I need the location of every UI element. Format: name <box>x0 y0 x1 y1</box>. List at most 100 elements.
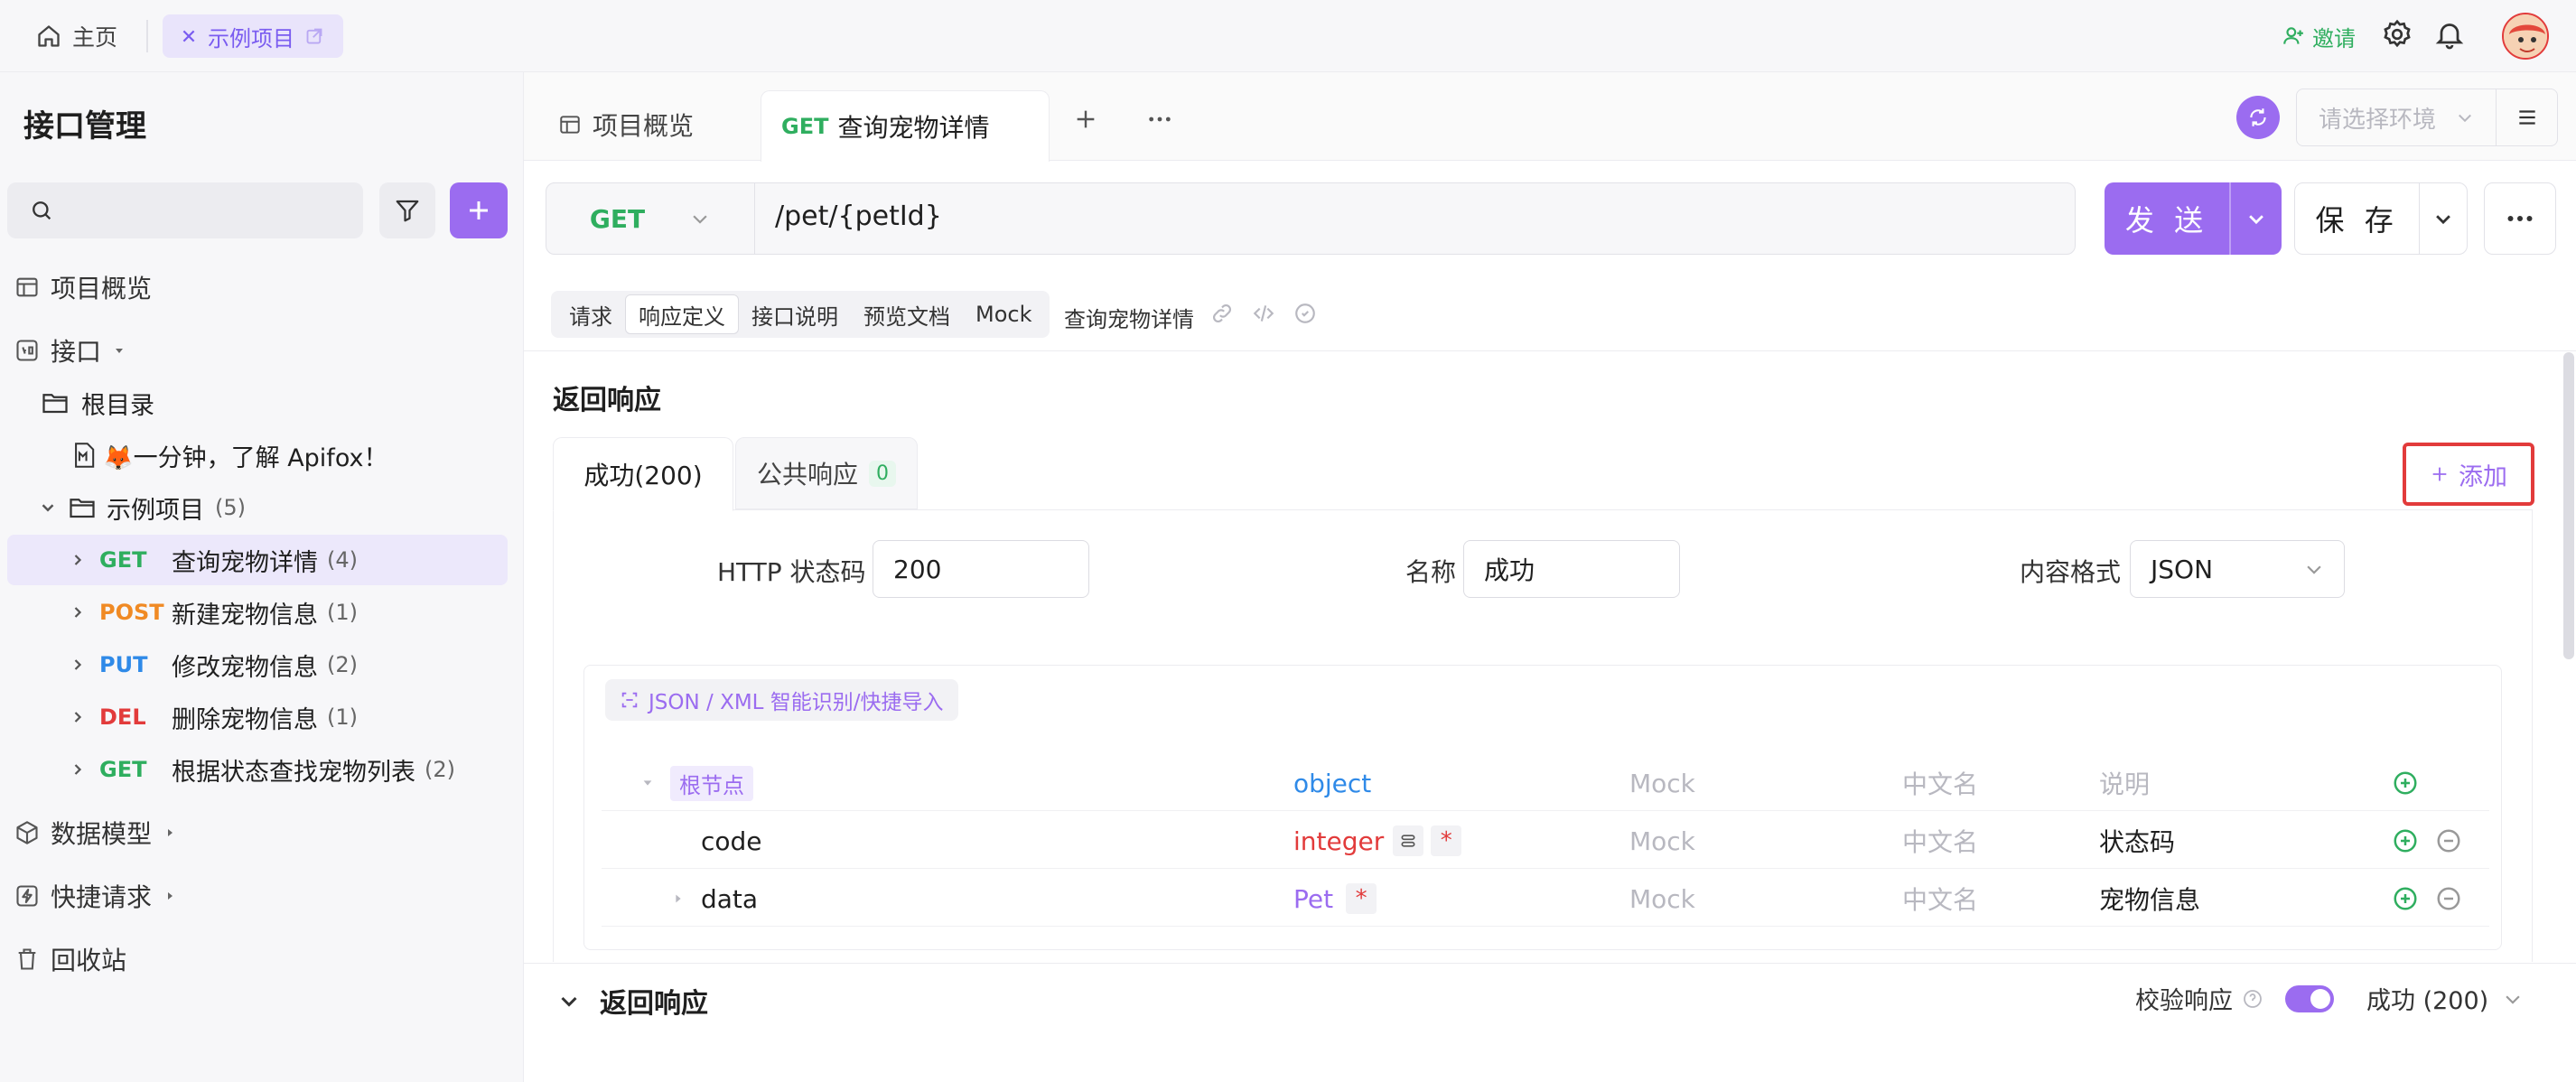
link-icon[interactable] <box>1210 302 1234 325</box>
required-marker[interactable]: * <box>1431 825 1462 856</box>
chevron-right-icon[interactable] <box>69 708 99 726</box>
invite-button[interactable]: 邀请 <box>2282 18 2356 54</box>
field-type[interactable]: integer <box>1293 826 1384 856</box>
send-button[interactable]: 发 送 <box>2105 182 2282 255</box>
new-tab-icon[interactable] <box>1071 105 1100 134</box>
invite-label: 邀请 <box>2312 25 2356 51</box>
close-icon[interactable] <box>181 28 197 44</box>
status-code-input[interactable]: 200 <box>873 540 1089 598</box>
add-endpoint-button[interactable] <box>450 182 508 238</box>
subtab-api-description[interactable]: 接口说明 <box>739 294 851 334</box>
tree-endpoint[interactable]: PUT 修改宠物信息 (2) <box>69 639 358 690</box>
environment-menu-button[interactable] <box>2497 89 2558 146</box>
sidebar-item-quick-request[interactable]: 快捷请求 <box>14 872 177 919</box>
tree-root[interactable]: 根目录 <box>42 378 154 428</box>
chevron-down-icon[interactable] <box>38 498 58 518</box>
response-select[interactable]: 成功 (200) <box>2366 981 2523 1016</box>
field-cn-name[interactable]: 中文名 <box>1902 871 1978 927</box>
content-type-select[interactable]: JSON <box>2130 540 2345 598</box>
method-select[interactable]: GET <box>546 182 755 255</box>
chevron-right-icon[interactable] <box>69 760 99 779</box>
tab-response-success[interactable]: 成功(200) <box>553 437 733 511</box>
add-response-button[interactable]: 添加 <box>2403 443 2534 506</box>
tab-common-response[interactable]: 公共响应 0 <box>735 437 918 509</box>
tree-doc[interactable]: 🦊一分钟，了解 Apifox！ <box>72 430 387 480</box>
sync-button[interactable] <box>2236 96 2280 139</box>
field-cn-name[interactable]: 中文名 <box>1902 813 1978 869</box>
save-button[interactable]: 保 存 <box>2294 182 2468 255</box>
subtab-icons <box>1210 302 1317 325</box>
chevron-down-icon[interactable] <box>2231 209 2282 229</box>
tree-endpoint[interactable]: POST 新建宠物信息 (1) <box>69 587 358 638</box>
add-circle-icon[interactable] <box>2392 813 2419 869</box>
toggle-knob <box>2310 988 2330 1009</box>
schema-row-root[interactable]: 根节点 object Mock 中文名 说明 <box>602 755 2489 811</box>
tree-folder[interactable]: 示例项目 (5) <box>38 482 246 533</box>
method-value: GET <box>589 203 646 234</box>
external-link-icon[interactable] <box>305 27 323 45</box>
field-mock[interactable]: Mock <box>1629 871 1695 927</box>
field-type[interactable]: object <box>1293 755 1371 811</box>
sidebar-item-api[interactable]: 接口 <box>14 327 126 374</box>
field-mock[interactable]: Mock <box>1629 813 1695 869</box>
chevron-right-icon[interactable] <box>69 603 99 621</box>
required-marker[interactable]: * <box>1346 883 1377 914</box>
more-tabs-icon[interactable] <box>1145 105 1174 134</box>
tree-root-label: 根目录 <box>81 391 154 420</box>
field-description[interactable]: 说明 <box>2099 755 2150 811</box>
add-circle-icon[interactable] <box>2392 755 2419 811</box>
project-tab[interactable]: 示例项目 <box>163 14 343 58</box>
schema-row-code[interactable]: code integer * Mock 中文名 状态码 <box>602 813 2489 869</box>
remove-circle-icon[interactable] <box>2435 813 2462 869</box>
code-icon[interactable] <box>1252 302 1275 325</box>
chevron-right-icon[interactable] <box>69 551 99 569</box>
remove-circle-icon[interactable] <box>2435 871 2462 927</box>
chevron-down-icon[interactable] <box>2420 209 2467 229</box>
tree-endpoint[interactable]: GET 查询宠物详情 (4) <box>69 535 358 585</box>
smart-import-button[interactable]: JSON / XML 智能识别/快捷导入 <box>605 679 958 721</box>
field-description[interactable]: 宠物信息 <box>2099 871 2200 927</box>
reference-icon[interactable] <box>1393 825 1424 856</box>
share-icon[interactable] <box>1293 302 1317 325</box>
environment-select[interactable]: 请选择环境 <box>2296 89 2497 146</box>
chevron-right-icon[interactable] <box>69 656 99 674</box>
scrollbar[interactable] <box>2563 352 2574 659</box>
url-input[interactable]: /pet/{petId} <box>775 201 942 232</box>
sidebar-item-trash[interactable]: 回收站 <box>14 936 126 983</box>
tab-overview[interactable]: 项目概览 <box>558 101 694 148</box>
caret-down-icon[interactable] <box>641 755 654 811</box>
bell-icon[interactable] <box>2433 18 2466 51</box>
subtab-mock[interactable]: Mock <box>963 294 1044 334</box>
sidebar-item-data-model[interactable]: 数据模型 <box>14 809 177 856</box>
bottom-response-toggle[interactable]: 返回响应 <box>558 981 708 1021</box>
subtab-response-definition[interactable]: 响应定义 <box>625 294 739 334</box>
subtab-preview-doc[interactable]: 预览文档 <box>851 294 963 334</box>
field-description[interactable]: 状态码 <box>2099 813 2175 869</box>
add-circle-icon[interactable] <box>2392 871 2419 927</box>
sidebar-item-overview[interactable]: 项目概览 <box>14 264 152 311</box>
tree-endpoint[interactable]: DEL 删除宠物信息 (1) <box>69 692 358 742</box>
field-name[interactable]: code <box>701 813 762 869</box>
tab-get-pet-detail[interactable]: GET 查询宠物详情 <box>761 90 1050 162</box>
field-cn-name[interactable]: 中文名 <box>1902 755 1978 811</box>
avatar[interactable] <box>2502 13 2549 60</box>
field-mock[interactable]: Mock <box>1629 755 1695 811</box>
subtab-request[interactable]: 请求 <box>556 294 625 334</box>
caret-right-icon[interactable] <box>672 871 685 927</box>
schema-row-data[interactable]: data Pet * Mock 中文名 宠物信息 <box>602 871 2489 927</box>
field-name[interactable]: 根节点 <box>670 765 753 801</box>
filter-button[interactable] <box>379 182 435 238</box>
help-icon[interactable] <box>2242 988 2263 1010</box>
name-label: 名称 <box>1405 557 1457 587</box>
search-input[interactable] <box>7 182 363 238</box>
more-actions-button[interactable] <box>2484 182 2556 255</box>
home-tab[interactable]: 主页 <box>36 16 117 56</box>
tree-endpoint[interactable]: GET 根据状态查找宠物列表 (2) <box>69 744 455 795</box>
gear-icon[interactable] <box>2381 18 2413 51</box>
field-name[interactable]: data <box>701 871 758 927</box>
tab-label: 公共响应 <box>756 460 858 490</box>
content-divider <box>524 350 2576 351</box>
field-type[interactable]: Pet <box>1293 884 1333 914</box>
name-input[interactable]: 成功 <box>1463 540 1680 598</box>
validate-toggle[interactable] <box>2285 984 2334 1012</box>
